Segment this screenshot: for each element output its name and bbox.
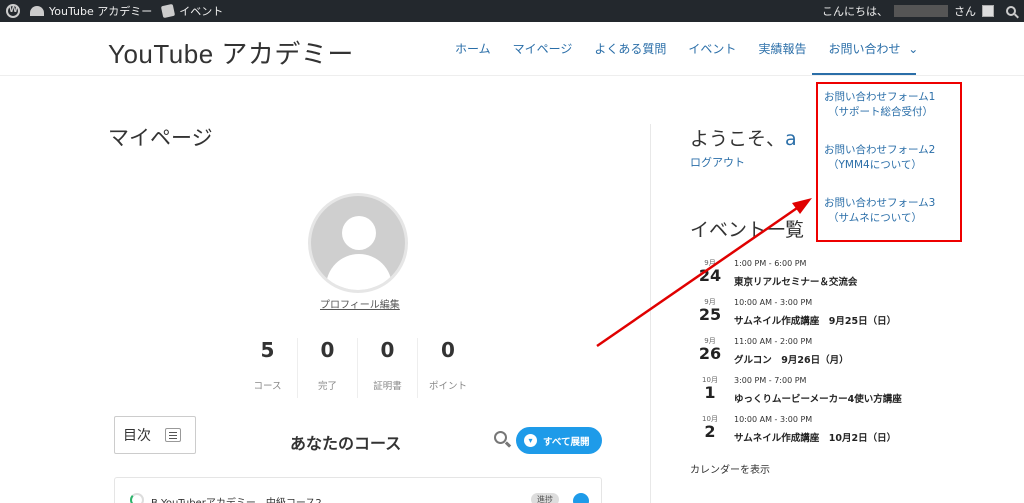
admin-greeting[interactable]: こんにちは、	[822, 3, 888, 19]
page-title: マイページ	[108, 126, 213, 150]
progress-ring-icon	[130, 493, 144, 503]
admin-san: さん	[954, 5, 976, 18]
contact-dropdown: お問い合わせフォーム1 （サポート総合受付） お問い合わせフォーム2 （YMM4…	[816, 82, 962, 242]
event-link[interactable]: サムネイル作成講座 9月25日（日）	[734, 313, 896, 327]
site-title[interactable]: YouTube アカデミー	[108, 34, 354, 71]
list-item: 10月 1 3:00 PM - 7:00 PM ゆっくりムービーメーカー4使い方…	[702, 376, 902, 405]
admin-search-icon[interactable]	[1006, 6, 1016, 16]
expand-all-button[interactable]: ▾ すべて展開	[516, 427, 602, 454]
header-divider	[0, 75, 1024, 76]
list-item: 10月 2 10:00 AM - 3:00 PM サムネイル作成講座 10月2日…	[702, 415, 897, 444]
stat-courses: 5 コース	[238, 338, 298, 398]
profile-edit-link[interactable]: プロフィール編集	[320, 296, 400, 311]
status-badge: 進捗	[531, 493, 559, 503]
logout-link[interactable]: ログアウト	[690, 154, 745, 170]
list-icon	[165, 428, 181, 442]
list-item: 9月 26 11:00 AM - 2:00 PM グルコン 9月26日（月）	[698, 337, 849, 366]
course-expand-button[interactable]	[573, 493, 589, 503]
toc-button[interactable]: 目次	[114, 416, 196, 454]
nav-mypage[interactable]: マイページ	[513, 40, 573, 57]
main-nav: ホーム マイページ よくある質問 イベント 実績報告 お問い合わせ ⌄	[455, 40, 918, 57]
column-divider	[650, 124, 651, 503]
event-icon	[161, 3, 176, 19]
admin-event-link[interactable]: イベント	[161, 3, 223, 19]
dropdown-item-form1[interactable]: お問い合わせフォーム1 （サポート総合受付）	[824, 90, 954, 120]
avatar	[308, 193, 408, 293]
dashboard-icon	[30, 6, 44, 16]
wordpress-logo-icon[interactable]	[6, 4, 20, 18]
event-link[interactable]: ゆっくりムービーメーカー4使い方講座	[734, 391, 902, 405]
nav-events[interactable]: イベント	[688, 40, 736, 57]
dropdown-item-form2[interactable]: お問い合わせフォーム2 （YMM4について）	[824, 143, 954, 173]
stat-completed: 0 完了	[298, 338, 358, 398]
chevron-down-icon: ⌄	[908, 42, 919, 56]
nav-reports[interactable]: 実績報告	[758, 40, 806, 57]
welcome-user-link[interactable]: a	[785, 128, 797, 150]
nav-contact[interactable]: お問い合わせ ⌄	[828, 40, 918, 57]
event-link[interactable]: グルコン 9月26日（月）	[734, 352, 849, 366]
chevron-down-icon: ▾	[524, 434, 537, 447]
list-item: 9月 24 1:00 PM - 6:00 PM 東京リアルセミナー＆交流会	[698, 259, 858, 288]
search-icon[interactable]	[494, 431, 507, 444]
admin-bar: YouTube アカデミー イベント こんにちは、 さん	[0, 0, 1024, 22]
show-calendar-link[interactable]: カレンダーを表示	[690, 461, 770, 476]
course-item[interactable]: B.YouTuberアカデミー 中級コース2 進捗	[114, 477, 602, 503]
events-list: 9月 24 1:00 PM - 6:00 PM 東京リアルセミナー＆交流会 9月…	[690, 258, 990, 453]
welcome-text: ようこそ、a	[690, 128, 797, 150]
redacted-username	[894, 5, 948, 17]
courses-title: あなたのコース	[290, 434, 402, 453]
list-item: 9月 25 10:00 AM - 3:00 PM サムネイル作成講座 9月25日…	[698, 298, 897, 327]
events-title: イベント一覧	[690, 219, 805, 241]
nav-faq[interactable]: よくある質問	[594, 40, 666, 57]
stat-points: 0 ポイント	[428, 338, 467, 392]
event-link[interactable]: 東京リアルセミナー＆交流会	[734, 274, 857, 288]
event-link[interactable]: サムネイル作成講座 10月2日（日）	[734, 430, 896, 444]
stats: 5 コース 0 完了 0 証明書 0 ポイント	[238, 338, 478, 398]
stat-certificates: 0 証明書	[358, 338, 418, 398]
admin-avatar-icon[interactable]	[982, 5, 994, 17]
course-title[interactable]: B.YouTuberアカデミー 中級コース2	[151, 494, 322, 503]
admin-site-link[interactable]: YouTube アカデミー	[30, 3, 152, 19]
dropdown-item-form3[interactable]: お問い合わせフォーム3 （サムネについて）	[824, 196, 954, 226]
nav-home[interactable]: ホーム	[455, 40, 491, 57]
